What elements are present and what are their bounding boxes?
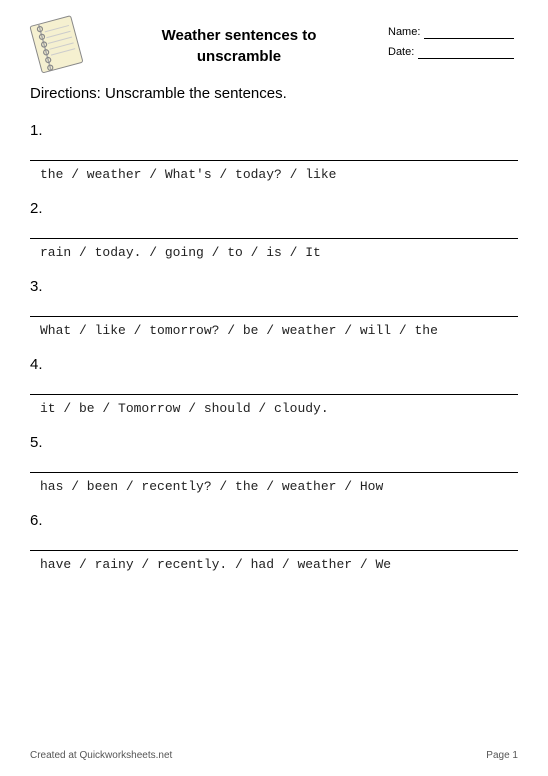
scrambled-words-1: the / weather / What's / today? / like [30,167,518,182]
exercise-item-2: 2. rain / today. / going / to / is / It [30,200,518,260]
exercise-number-3: 3. [30,278,518,295]
write-line-5 [30,455,518,473]
name-underline [424,25,514,39]
date-label: Date: [388,46,414,58]
page-header: Weather sentences to unscramble Name: Da… [30,20,518,75]
title-line2: unscramble [197,48,281,65]
scrambled-words-6: have / rainy / recently. / had / weather… [30,557,518,572]
title-line1: Weather sentences to [162,27,317,44]
exercise-number-4: 4. [30,356,518,373]
write-line-4 [30,377,518,395]
exercise-item-3: 3. What / like / tomorrow? / be / weather… [30,278,518,338]
scrambled-words-5: has / been / recently? / the / weather /… [30,479,518,494]
directions-text: Directions: Unscramble the sentences. [30,85,518,102]
date-field-row: Date: [388,45,518,59]
exercise-number-1: 1. [30,122,518,139]
name-label: Name: [388,26,420,38]
exercise-number-6: 6. [30,512,518,529]
scrambled-words-3: What / like / tomorrow? / be / weather /… [30,323,518,338]
name-date-block: Name: Date: [388,20,518,65]
exercise-item-1: 1. the / weather / What's / today? / like [30,122,518,182]
write-line-3 [30,299,518,317]
footer-left: Created at Quickworksheets.net [30,750,172,761]
date-underline [418,45,514,59]
write-line-6 [30,533,518,551]
exercise-item-5: 5. has / been / recently? / the / weather… [30,434,518,494]
write-line-1 [30,143,518,161]
footer-right: Page 1 [486,750,518,761]
name-field-row: Name: [388,25,518,39]
notebook-icon [30,15,90,75]
exercise-item-6: 6. have / rainy / recently. / had / weath… [30,512,518,572]
exercise-item-4: 4. it / be / Tomorrow / should / cloudy. [30,356,518,416]
exercise-number-2: 2. [30,200,518,217]
exercises-container: 1. the / weather / What's / today? / like… [30,122,518,572]
title-block: Weather sentences to unscramble [90,25,388,67]
write-line-2 [30,221,518,239]
exercise-number-5: 5. [30,434,518,451]
page-footer: Created at Quickworksheets.net Page 1 [30,750,518,761]
scrambled-words-4: it / be / Tomorrow / should / cloudy. [30,401,518,416]
scrambled-words-2: rain / today. / going / to / is / It [30,245,518,260]
